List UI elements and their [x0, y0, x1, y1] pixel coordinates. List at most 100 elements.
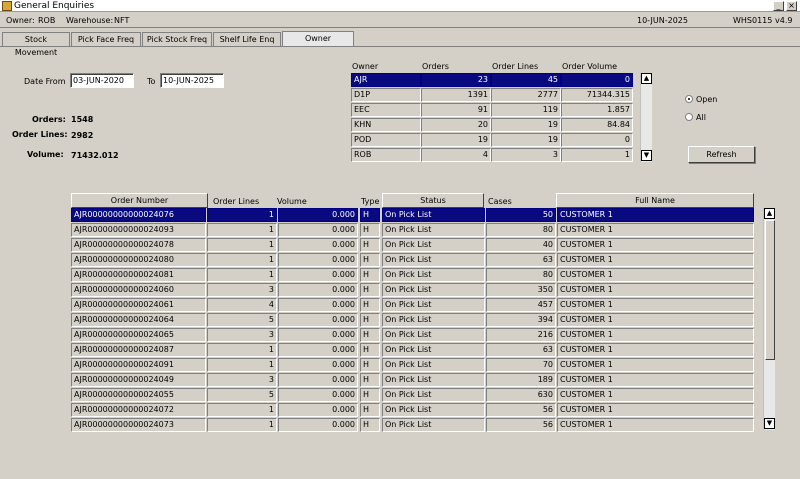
type-cell[interactable]: H	[360, 208, 380, 222]
status-cell[interactable]: On Pick List	[382, 358, 485, 372]
order-lines-cell[interactable]: 45	[491, 73, 561, 87]
date-to-field[interactable]: 10-JUN-2025	[160, 73, 224, 88]
tab-shelf-life-enq[interactable]: Shelf Life Enq	[213, 32, 281, 46]
type-cell[interactable]: H	[360, 403, 380, 417]
status-cell[interactable]: On Pick List	[382, 373, 485, 387]
cases-cell[interactable]: 350	[486, 283, 556, 297]
order-number-header[interactable]: Order Number	[71, 193, 208, 208]
type-cell[interactable]: H	[360, 238, 380, 252]
cases-cell[interactable]: 80	[486, 268, 556, 282]
type-cell[interactable]: H	[360, 328, 380, 342]
status-cell[interactable]: On Pick List	[382, 403, 485, 417]
type-cell[interactable]: H	[360, 223, 380, 237]
order-number-cell[interactable]: AJR00000000000024076	[71, 208, 206, 222]
full-name-cell[interactable]: CUSTOMER 1	[557, 253, 754, 267]
order-number-cell[interactable]: AJR00000000000024061	[71, 298, 206, 312]
order-lines-cell[interactable]: 5	[207, 388, 277, 402]
full-name-cell[interactable]: CUSTOMER 1	[557, 223, 754, 237]
status-cell[interactable]: On Pick List	[382, 223, 485, 237]
cases-cell[interactable]: 63	[486, 343, 556, 357]
cases-cell[interactable]: 216	[486, 328, 556, 342]
type-cell[interactable]: H	[360, 313, 380, 327]
volume-cell[interactable]: 0.000	[278, 418, 358, 432]
type-cell[interactable]: H	[360, 268, 380, 282]
cases-cell[interactable]: 40	[486, 238, 556, 252]
order-number-cell[interactable]: AJR00000000000024073	[71, 418, 206, 432]
arrow-up-icon[interactable]: ▲	[641, 73, 652, 84]
full-name-cell[interactable]: CUSTOMER 1	[557, 283, 754, 297]
order-number-cell[interactable]: AJR00000000000024049	[71, 373, 206, 387]
orders-cell[interactable]: 91	[421, 103, 491, 117]
arrow-down-icon[interactable]: ▼	[641, 150, 652, 161]
order-lines-cell[interactable]: 1	[207, 403, 277, 417]
cases-cell[interactable]: 50	[486, 208, 556, 222]
arrow-up-icon[interactable]: ▲	[764, 208, 775, 219]
orders-cell[interactable]: 20	[421, 118, 491, 132]
full-name-cell[interactable]: CUSTOMER 1	[557, 238, 754, 252]
type-cell[interactable]: H	[360, 358, 380, 372]
order-lines-cell[interactable]: 119	[491, 103, 561, 117]
volume-cell[interactable]: 0.000	[278, 373, 358, 387]
type-cell[interactable]: H	[360, 253, 380, 267]
tab-owner[interactable]: Owner	[282, 31, 354, 46]
order-volume-cell[interactable]: 71344.315	[561, 88, 633, 102]
order-number-cell[interactable]: AJR00000000000024093	[71, 223, 206, 237]
refresh-button[interactable]: Refresh	[688, 146, 755, 163]
volume-cell[interactable]: 0.000	[278, 223, 358, 237]
order-number-cell[interactable]: AJR00000000000024081	[71, 268, 206, 282]
volume-cell[interactable]: 0.000	[278, 313, 358, 327]
order-lines-cell[interactable]: 3	[207, 373, 277, 387]
order-number-cell[interactable]: AJR00000000000024064	[71, 313, 206, 327]
type-cell[interactable]: H	[360, 343, 380, 357]
full-name-cell[interactable]: CUSTOMER 1	[557, 208, 754, 222]
order-lines-cell[interactable]: 1	[207, 238, 277, 252]
status-cell[interactable]: On Pick List	[382, 238, 485, 252]
order-lines-cell[interactable]: 1	[207, 358, 277, 372]
order-lines-cell[interactable]: 3	[207, 283, 277, 297]
owner-cell[interactable]: ROB	[351, 148, 421, 162]
order-lines-cell[interactable]: 19	[491, 118, 561, 132]
cases-cell[interactable]: 56	[486, 418, 556, 432]
status-cell[interactable]: On Pick List	[382, 298, 485, 312]
owner-cell[interactable]: D1P	[351, 88, 421, 102]
status-cell[interactable]: On Pick List	[382, 283, 485, 297]
status-header[interactable]: Status	[382, 193, 484, 208]
full-name-cell[interactable]: CUSTOMER 1	[557, 268, 754, 282]
volume-cell[interactable]: 0.000	[278, 343, 358, 357]
cases-cell[interactable]: 457	[486, 298, 556, 312]
owner-cell[interactable]: KHN	[351, 118, 421, 132]
order-number-cell[interactable]: AJR00000000000024080	[71, 253, 206, 267]
order-lines-cell[interactable]: 1	[207, 418, 277, 432]
status-cell[interactable]: On Pick List	[382, 313, 485, 327]
orders-scrollbar[interactable]: ▲ ▼	[763, 208, 775, 430]
full-name-cell[interactable]: CUSTOMER 1	[557, 373, 754, 387]
tab-stock-movement[interactable]: Stock Movement	[2, 32, 70, 57]
full-name-cell[interactable]: CUSTOMER 1	[557, 418, 754, 432]
volume-cell[interactable]: 0.000	[278, 238, 358, 252]
order-lines-cell[interactable]: 5	[207, 313, 277, 327]
owner-scrollbar[interactable]: ▲ ▼	[640, 73, 652, 162]
tab-pick-face-freq[interactable]: Pick Face Freq	[71, 32, 141, 46]
cases-cell[interactable]: 394	[486, 313, 556, 327]
full-name-cell[interactable]: CUSTOMER 1	[557, 313, 754, 327]
orders-cell[interactable]: 19	[421, 133, 491, 147]
order-number-cell[interactable]: AJR00000000000024055	[71, 388, 206, 402]
type-cell[interactable]: H	[360, 283, 380, 297]
order-number-cell[interactable]: AJR00000000000024065	[71, 328, 206, 342]
type-cell[interactable]: H	[360, 298, 380, 312]
full-name-cell[interactable]: CUSTOMER 1	[557, 358, 754, 372]
order-number-cell[interactable]: AJR00000000000024060	[71, 283, 206, 297]
tab-pick-stock-freq[interactable]: Pick Stock Freq	[142, 32, 212, 46]
date-from-field[interactable]: 03-JUN-2020	[70, 73, 134, 88]
order-volume-cell[interactable]: 1.857	[561, 103, 633, 117]
volume-cell[interactable]: 0.000	[278, 388, 358, 402]
order-number-cell[interactable]: AJR00000000000024091	[71, 358, 206, 372]
order-lines-cell[interactable]: 1	[207, 208, 277, 222]
status-cell[interactable]: On Pick List	[382, 388, 485, 402]
order-lines-cell[interactable]: 3	[207, 328, 277, 342]
full-name-cell[interactable]: CUSTOMER 1	[557, 343, 754, 357]
close-icon[interactable]: ×	[786, 1, 797, 11]
order-lines-cell[interactable]: 2777	[491, 88, 561, 102]
arrow-down-icon[interactable]: ▼	[764, 418, 775, 429]
volume-cell[interactable]: 0.000	[278, 358, 358, 372]
